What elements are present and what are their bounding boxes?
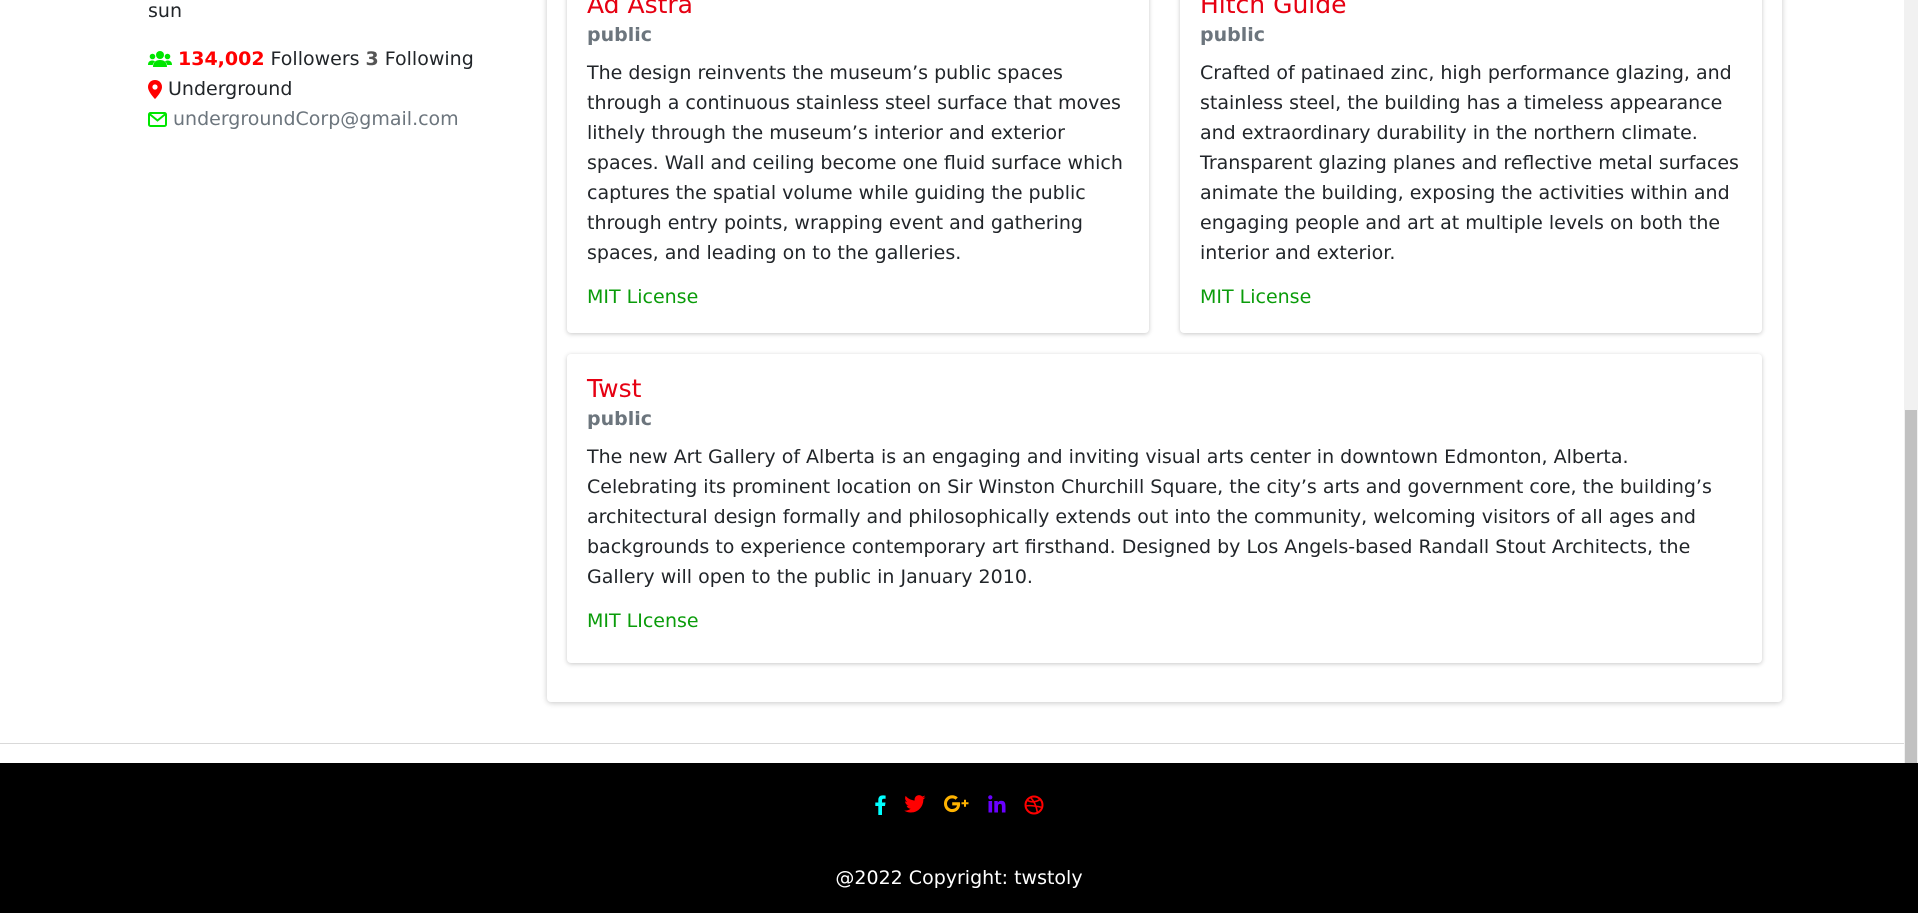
repo-card: Ad Astra public The design reinvents the… (567, 0, 1149, 333)
scrollbar-thumb[interactable] (1905, 410, 1917, 763)
users-icon (148, 50, 172, 68)
repo-license: MIT License (1200, 286, 1312, 308)
twitter-icon[interactable] (904, 795, 926, 819)
profile-sidebar: sun 134,002 Followers 3 Following Underg… (148, 0, 528, 134)
linkedin-icon[interactable] (988, 795, 1006, 819)
followers-count: 134,002 (178, 48, 265, 70)
copyright-text: @2022 Copyright: twstoly (835, 867, 1083, 889)
repo-title[interactable]: Hitch Guide (1200, 0, 1742, 20)
profile-bio: sun (148, 0, 182, 22)
repo-description: The design reinvents the museum’s public… (587, 62, 1123, 264)
map-marker-icon (148, 79, 162, 99)
repo-visibility: public (587, 24, 653, 46)
social-links (0, 795, 1918, 819)
repo-license: MIT LIcense (587, 610, 699, 632)
following-label[interactable]: Following (385, 44, 474, 74)
repo-description: The new Art Gallery of Alberta is an eng… (587, 446, 1712, 588)
facebook-icon[interactable] (874, 795, 886, 819)
footer: @2022 Copyright: twstoly (0, 763, 1918, 913)
repo-visibility: public (587, 408, 653, 430)
repo-license: MIT License (587, 286, 699, 308)
repo-description: Crafted of patinaed zinc, high performan… (1200, 62, 1739, 264)
email-link[interactable]: undergroundCorp@gmail.com (173, 104, 459, 134)
location-text: Underground (168, 78, 293, 100)
repo-card: Hitch Guide public Crafted of patinaed z… (1180, 0, 1762, 333)
email-row: undergroundCorp@gmail.com (148, 104, 528, 134)
dribbble-icon[interactable] (1024, 795, 1044, 819)
envelope-icon (148, 111, 167, 127)
location-row: Underground (148, 74, 528, 104)
repo-title[interactable]: Twst (587, 374, 1742, 404)
followers-row: 134,002 Followers 3 Following (148, 44, 528, 74)
following-count: 3 (365, 48, 379, 70)
followers-label[interactable]: Followers (271, 44, 360, 74)
repo-visibility: public (1200, 24, 1266, 46)
google-plus-icon[interactable] (944, 795, 970, 819)
footer-divider (0, 743, 1918, 744)
repo-card: Twst public The new Art Gallery of Alber… (567, 354, 1762, 663)
repo-title[interactable]: Ad Astra (587, 0, 1129, 20)
